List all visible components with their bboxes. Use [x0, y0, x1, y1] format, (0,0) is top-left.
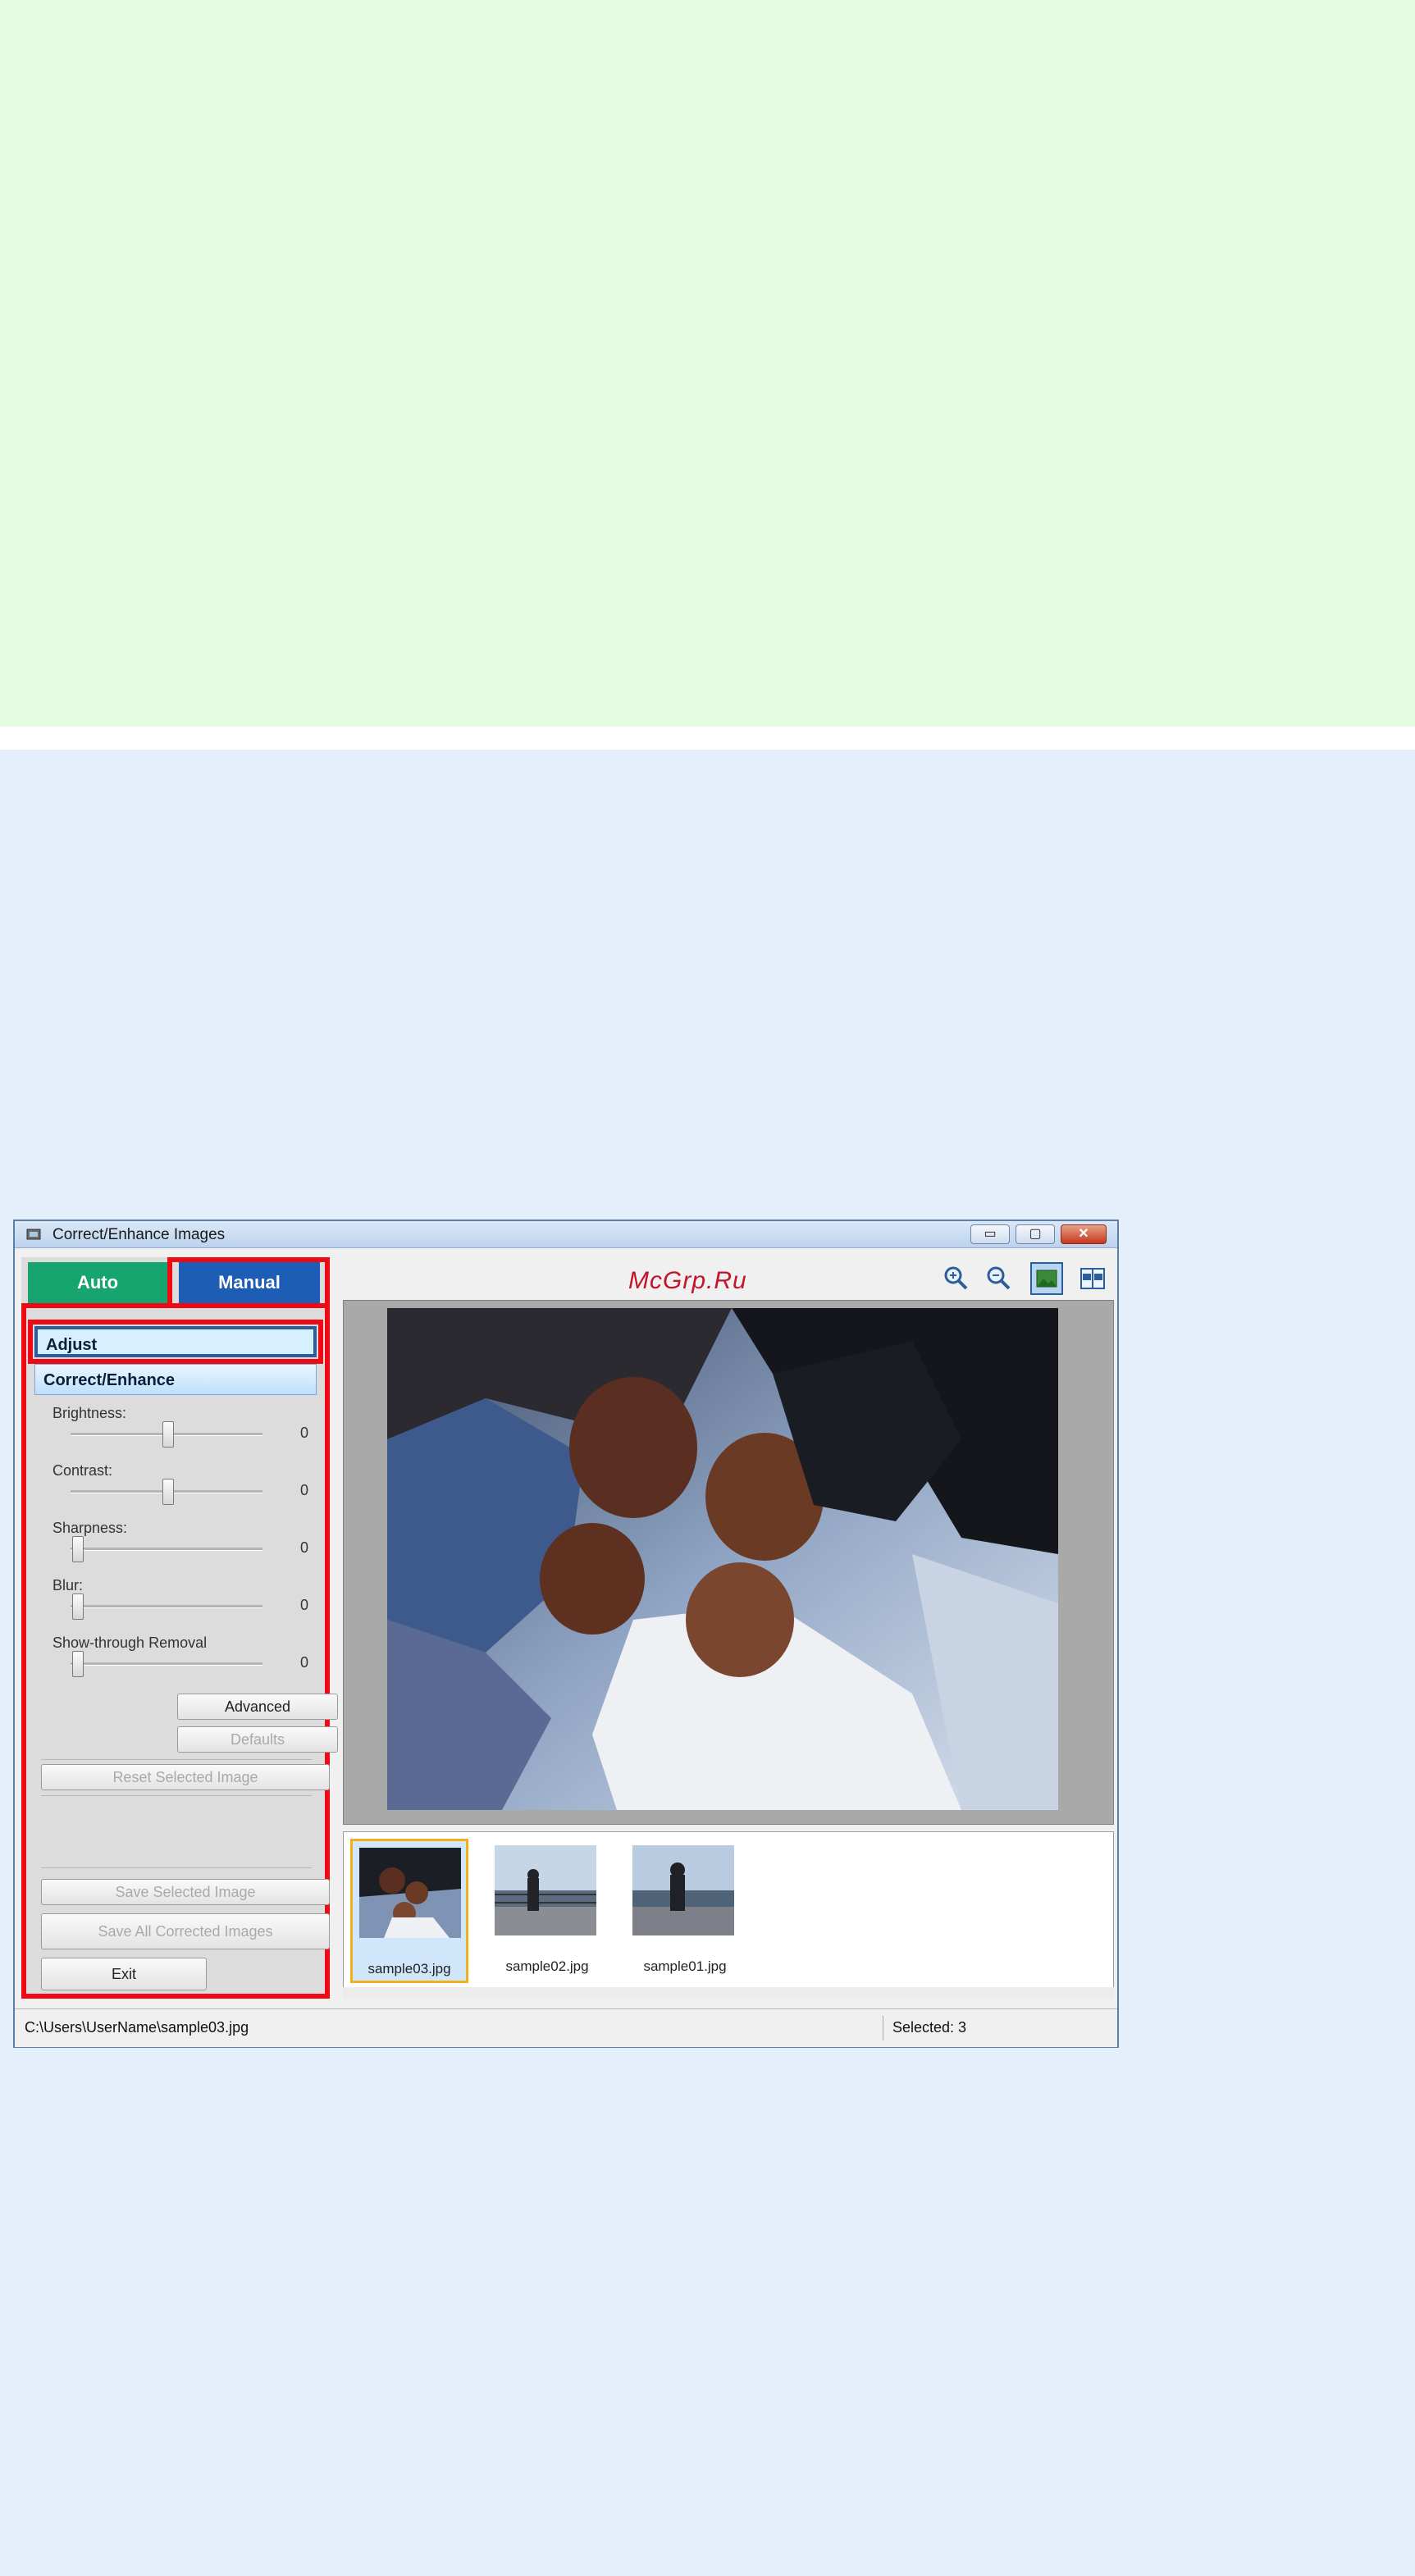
thumbnail-item-sample01[interactable]: sample01.jpg: [626, 1839, 744, 1983]
thumbnail-label: sample03.jpg: [367, 1961, 451, 1976]
contrast-label: Contrast:: [52, 1462, 113, 1479]
top-green-band: [0, 0, 1415, 727]
watermark: McGrp.Ru: [628, 1267, 747, 1294]
status-bar: C:\Users\UserName\sample03.jpg Selected:…: [15, 2008, 1117, 2047]
brightness-value: 0: [300, 1425, 309, 1441]
show-through-removal-track[interactable]: [71, 1662, 262, 1666]
correct-enhance-section[interactable]: Correct/Enhance: [34, 1364, 317, 1395]
band-separator: [0, 727, 1415, 750]
left-panel: Auto Manual Adjust Correct/Enhance Brigh…: [21, 1257, 338, 1999]
maximize-icon: ▢: [1029, 1227, 1042, 1241]
whole-image-icon[interactable]: [1030, 1262, 1063, 1295]
sharpness-track[interactable]: [71, 1548, 262, 1551]
maximize-button[interactable]: ▢: [1016, 1224, 1055, 1244]
show-through-removal-value: 0: [300, 1654, 309, 1671]
thumbnail-image: [632, 1845, 734, 1935]
show-through-removal-slider-thumb[interactable]: [72, 1651, 84, 1677]
blur-slider-thumb[interactable]: [72, 1593, 84, 1620]
divider: [41, 1867, 312, 1868]
horizontal-scrollbar[interactable]: [343, 1987, 1114, 1999]
zoom-out-icon[interactable]: [983, 1262, 1016, 1295]
app-icon: [26, 1229, 41, 1240]
defaults-button[interactable]: Defaults: [177, 1726, 338, 1753]
save-all-corrected-images-button[interactable]: Save All Corrected Images: [41, 1913, 330, 1949]
divider: [41, 1759, 312, 1760]
right-panel: McGrp.Ru sample03.jpg sample02.jpg sampl…: [343, 1257, 1114, 1999]
thumbnail-label: sample02.jpg: [505, 1958, 589, 1974]
preview-image[interactable]: [387, 1308, 1058, 1810]
contrast-slider-thumb[interactable]: [162, 1479, 174, 1505]
tab-auto[interactable]: Auto: [28, 1262, 167, 1303]
thumbnail-item-sample03[interactable]: sample03.jpg: [350, 1839, 468, 1983]
close-button[interactable]: ✕: [1061, 1224, 1107, 1244]
thumbnail-image: [495, 1845, 596, 1935]
blur-value: 0: [300, 1597, 309, 1613]
correct-enhance-window: Correct/Enhance Images ▭ ▢ ✕ Auto Manual…: [13, 1220, 1119, 2048]
sharpness-slider-thumb[interactable]: [72, 1536, 84, 1562]
minimize-button[interactable]: ▭: [970, 1224, 1010, 1244]
thumbnail-item-sample02[interactable]: sample02.jpg: [488, 1839, 606, 1983]
minimize-icon: ▭: [984, 1227, 997, 1241]
window-title: Correct/Enhance Images: [52, 1226, 226, 1243]
close-icon: ✕: [1078, 1227, 1089, 1241]
manual-tab-highlight: [167, 1257, 330, 1308]
title-bar[interactable]: Correct/Enhance Images ▭ ▢ ✕: [15, 1221, 1117, 1248]
file-path: C:\Users\UserName\sample03.jpg: [25, 2019, 249, 2036]
zoom-in-icon[interactable]: [940, 1262, 973, 1295]
thumbnail-strip: sample03.jpg sample02.jpg sample01.jpg: [343, 1831, 1114, 1990]
thumbnail-image: [359, 1848, 461, 1938]
advanced-button[interactable]: Advanced: [177, 1694, 338, 1720]
divider: [41, 1795, 312, 1796]
brightness-label: Brightness:: [52, 1405, 127, 1421]
show-through-removal-label: Show-through Removal: [52, 1635, 208, 1651]
contrast-value: 0: [300, 1482, 309, 1498]
selected-count: Selected: 3: [892, 2019, 967, 2036]
sharpness-label: Sharpness:: [52, 1520, 128, 1536]
reset-selected-image-button[interactable]: Reset Selected Image: [41, 1764, 330, 1790]
compare-view-icon[interactable]: [1076, 1262, 1109, 1295]
blur-label: Blur:: [52, 1577, 84, 1593]
adjust-highlight: [28, 1320, 323, 1364]
save-selected-image-button[interactable]: Save Selected Image: [41, 1879, 330, 1905]
sharpness-value: 0: [300, 1539, 309, 1556]
blur-track[interactable]: [71, 1605, 262, 1608]
thumbnail-label: sample01.jpg: [643, 1958, 727, 1974]
brightness-slider-thumb[interactable]: [162, 1421, 174, 1448]
exit-button[interactable]: Exit: [41, 1958, 207, 1990]
